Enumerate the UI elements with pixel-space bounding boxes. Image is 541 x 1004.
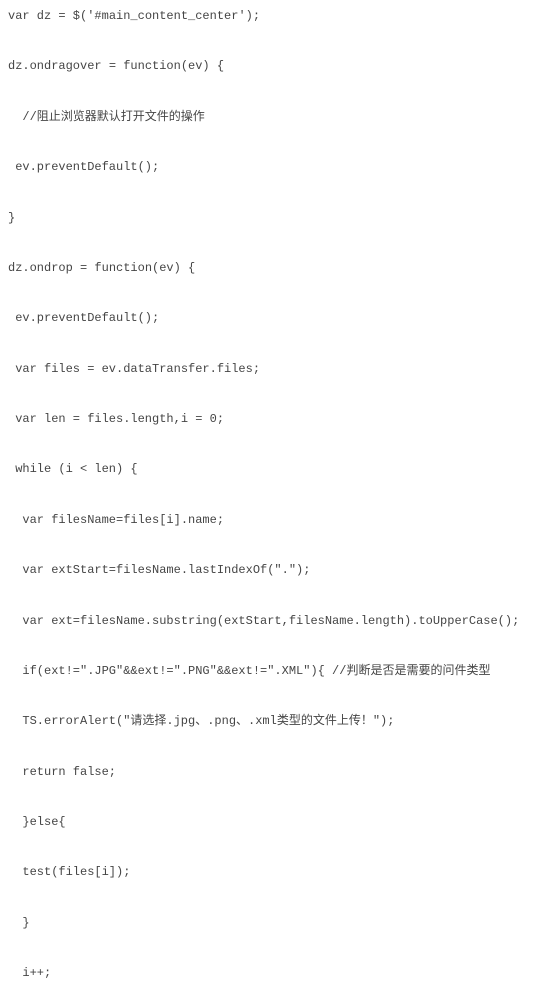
code-line: dz.ondrop = function(ev) { — [8, 256, 533, 281]
code-line: } — [8, 206, 533, 231]
code-line: while (i < len) { — [8, 457, 533, 482]
code-line: TS.errorAlert("请选择.jpg、.png、.xml类型的文件上传！… — [8, 709, 533, 734]
code-line: return false; — [8, 760, 533, 785]
code-block: var dz = $('#main_content_center'); dz.o… — [8, 4, 533, 1004]
code-line: var ext=filesName.substring(extStart,fil… — [8, 609, 533, 634]
code-line: dz.ondragover = function(ev) { — [8, 54, 533, 79]
code-line: var files = ev.dataTransfer.files; — [8, 357, 533, 382]
code-line: }else{ — [8, 810, 533, 835]
code-line: ev.preventDefault(); — [8, 155, 533, 180]
code-line: test(files[i]); — [8, 860, 533, 885]
code-line: if(ext!=".JPG"&&ext!=".PNG"&&ext!=".XML"… — [8, 659, 533, 684]
code-line: var len = files.length,i = 0; — [8, 407, 533, 432]
code-line: var filesName=files[i].name; — [8, 508, 533, 533]
code-line: i++; — [8, 961, 533, 986]
code-line: var extStart=filesName.lastIndexOf("."); — [8, 558, 533, 583]
code-line: var dz = $('#main_content_center'); — [8, 4, 533, 29]
code-line: } — [8, 911, 533, 936]
code-line: ev.preventDefault(); — [8, 306, 533, 331]
code-line: //阻止浏览器默认打开文件的操作 — [8, 105, 533, 130]
